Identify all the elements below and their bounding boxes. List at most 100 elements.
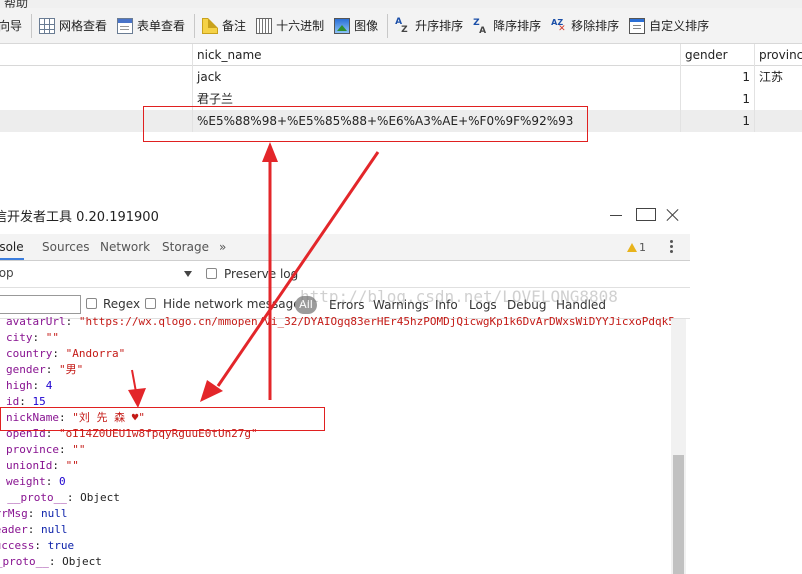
custom-sort-icon (629, 17, 646, 34)
grid-cell-province[interactable] (755, 110, 802, 132)
grid-cell-gender[interactable]: 1 (681, 66, 755, 88)
console-key: __proto__ (0, 555, 49, 568)
grid-header-nick-name[interactable]: nick_name (193, 44, 681, 66)
grid-cell-nick-name[interactable]: jack (193, 66, 681, 88)
form-view-label: 表单查看 (137, 19, 186, 33)
toolbar-separator (387, 13, 389, 38)
hex-label: 十六进制 (276, 19, 325, 33)
console-key: city (6, 331, 33, 344)
more-options-icon[interactable] (670, 240, 674, 254)
devtools-title: 信开发者工具 0.20.191900 (0, 210, 159, 225)
highlight-box-nickname (0, 407, 325, 431)
console-scrollbar-thumb[interactable] (673, 455, 684, 574)
tab-sources[interactable]: Sources (42, 234, 89, 260)
sort-desc-icon (473, 18, 489, 36)
remove-sort-label: 移除排序 (571, 19, 620, 33)
warning-counter[interactable]: 1 (627, 241, 646, 254)
hex-button[interactable]: 十六进制 (252, 12, 330, 40)
console-line: province: "" (6, 443, 86, 456)
console-key: high (6, 379, 33, 392)
console-line: high: 4 (6, 379, 53, 392)
console-line: city: "" (6, 331, 59, 344)
grid-cell-province[interactable] (755, 88, 802, 110)
console-line[interactable]: ▸ __proto__: Object (0, 490, 120, 506)
console-line: country: "Andorra" (6, 347, 126, 360)
console-key: success (0, 539, 35, 552)
context-selector[interactable]: top (0, 266, 14, 280)
console-key: province (6, 443, 59, 456)
close-icon[interactable] (665, 208, 681, 222)
grid-icon (39, 17, 56, 34)
chevron-down-icon[interactable] (184, 271, 192, 277)
grid-view-button[interactable]: 网格查看 (35, 12, 113, 40)
console-value: "Andorra" (65, 347, 126, 360)
tab-network[interactable]: Network (100, 234, 150, 260)
console-key: avatarUrl (6, 315, 66, 328)
regex-label: Regex (103, 297, 141, 311)
console-key: errMsg (0, 507, 28, 520)
toolbar-separator (31, 13, 33, 38)
console-value: "https://wx.qlogo.cn/mmopen/vi_32/DYAIOg… (78, 315, 675, 328)
note-icon (202, 17, 219, 34)
grid-cell-province[interactable]: 江苏 (755, 66, 802, 88)
console-key: weight (6, 475, 46, 488)
console-value: null (41, 507, 68, 520)
image-icon (334, 17, 351, 34)
warning-count: 1 (639, 241, 646, 254)
maximize-icon[interactable] (636, 208, 656, 221)
regex-checkbox[interactable] (86, 298, 97, 309)
console-line: unionId: "" (6, 459, 79, 472)
console-value: "" (72, 443, 86, 456)
sort-asc-button[interactable]: 升序排序 (391, 12, 469, 40)
console-value: true (47, 539, 75, 552)
sort-desc-button[interactable]: 降序排序 (469, 12, 547, 40)
console-key: __proto__ (7, 491, 67, 504)
image-label: 图像 (354, 19, 379, 33)
note-label: 备注 (222, 19, 247, 33)
highlight-box-encoded-name (143, 106, 588, 142)
wizard-button-label: 导向导 (0, 19, 23, 33)
console-value: "男" (59, 363, 84, 376)
remove-sort-button[interactable]: 移除排序 (547, 12, 625, 40)
table-row[interactable]: jack 1 江苏 (0, 66, 802, 88)
console-line[interactable]: ▸ __proto__: Object (0, 554, 102, 570)
grid-header-province[interactable]: province (755, 44, 802, 66)
tab-more[interactable]: » (219, 234, 226, 260)
wizard-button[interactable]: 导向导 (0, 12, 28, 40)
tab-console[interactable]: Console (0, 234, 24, 260)
grid-cell-gender[interactable]: 1 (681, 110, 755, 132)
form-view-button[interactable]: 表单查看 (113, 12, 191, 40)
tab-storage[interactable]: Storage (162, 234, 209, 260)
filter-input[interactable] (0, 295, 81, 314)
console-output: avatarUrl: "https://wx.qlogo.cn/mmopen/v… (0, 315, 690, 574)
console-line: header: null (0, 522, 68, 538)
menu-help[interactable]: 帮助 (4, 0, 28, 8)
console-line: weight: 0 (6, 475, 66, 488)
hide-network-label: Hide network messages (163, 297, 307, 311)
console-context-bar: top Preserve log (0, 261, 690, 288)
devtools-title-bar: 信开发者工具 0.20.191900 (0, 200, 690, 230)
grid-cell[interactable] (0, 66, 193, 88)
note-button[interactable]: 备注 (198, 12, 252, 40)
grid-cell-gender[interactable]: 1 (681, 88, 755, 110)
console-key: header (0, 523, 28, 536)
hex-icon (256, 17, 273, 34)
console-line: gender: "男" (6, 363, 84, 376)
sort-asc-label: 升序排序 (415, 19, 464, 33)
console-value: "" (65, 459, 79, 472)
image-button[interactable]: 图像 (330, 12, 384, 40)
grid-header-gender[interactable]: gender (681, 44, 755, 66)
custom-sort-button[interactable]: 自定义排序 (625, 12, 715, 40)
console-value: 4 (45, 379, 53, 392)
grid-view-label: 网格查看 (59, 19, 108, 33)
preserve-log-label: Preserve log (224, 267, 299, 281)
grid-header-cell[interactable] (0, 44, 193, 66)
warning-icon (627, 243, 637, 252)
console-value: null (41, 523, 68, 536)
minimize-icon[interactable] (608, 208, 624, 222)
custom-sort-label: 自定义排序 (649, 19, 710, 33)
preserve-log-checkbox[interactable] (206, 268, 217, 279)
console-line: errMsg: null (0, 506, 68, 522)
hide-network-checkbox[interactable] (145, 298, 156, 309)
sort-asc-icon (395, 18, 411, 34)
